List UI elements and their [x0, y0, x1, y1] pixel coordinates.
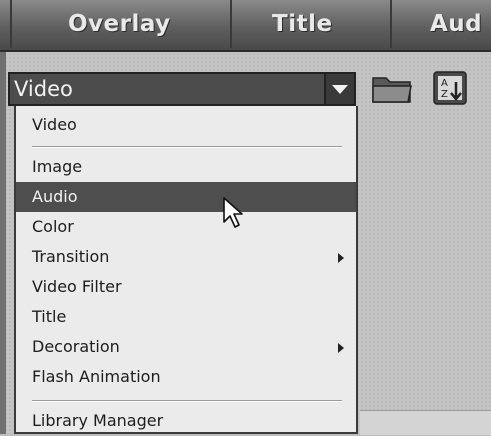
menu-item-decoration[interactable]: Decoration [16, 332, 356, 362]
menu-item-video[interactable]: Video [16, 110, 356, 140]
library-category-select[interactable]: Video [8, 72, 356, 106]
tab-audio[interactable]: Aud [390, 0, 491, 48]
svg-text:Z: Z [441, 89, 448, 100]
menu-separator [32, 400, 342, 402]
svg-text:A: A [441, 78, 448, 89]
menu-item-decoration-label: Decoration [32, 337, 120, 356]
menu-item-color[interactable]: Color [16, 212, 356, 242]
panel-left-edge [0, 52, 6, 434]
menu-item-library-manager[interactable]: Library Manager [16, 406, 356, 436]
menu-item-title[interactable]: Title [16, 302, 356, 332]
library-category-menu: Video Image Audio Color Transition Video… [14, 106, 358, 434]
mouse-pointer-icon [223, 197, 243, 228]
tab-overlay[interactable]: Overlay [10, 0, 230, 48]
chevron-right-icon [338, 253, 344, 263]
folder-icon[interactable] [370, 68, 414, 108]
chevron-right-icon [338, 343, 344, 353]
dropdown-arrow-button[interactable] [324, 74, 354, 104]
sort-az-icon[interactable]: A Z [432, 68, 472, 108]
tab-title[interactable]: Title [230, 0, 390, 48]
menu-item-flash-animation[interactable]: Flash Animation [16, 362, 356, 392]
menu-item-audio[interactable]: Audio [16, 182, 356, 212]
library-category-value: Video [14, 77, 73, 101]
panel-bottom-strip [360, 410, 491, 435]
menu-item-transition[interactable]: Transition [16, 242, 356, 272]
menu-separator [32, 146, 342, 148]
menu-item-transition-label: Transition [32, 247, 110, 266]
menu-item-video-filter[interactable]: Video Filter [16, 272, 356, 302]
menu-item-image[interactable]: Image [16, 152, 356, 182]
tab-bar: Overlay Title Aud [0, 0, 491, 52]
chevron-down-icon [332, 85, 348, 94]
